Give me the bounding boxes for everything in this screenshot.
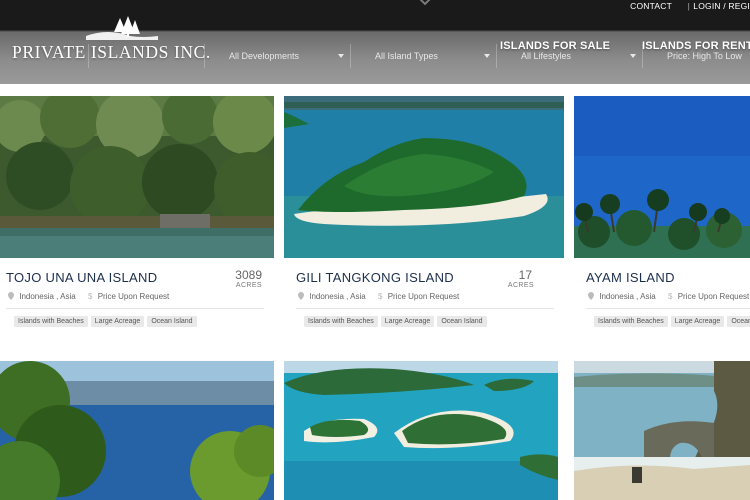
islands-for-sale-button[interactable]: ISLANDS FOR SALE (500, 40, 610, 52)
card-divider (6, 308, 264, 309)
logo-text: PRIVATE ISLANDS INC. (12, 42, 211, 62)
chevron-down-icon (338, 54, 344, 58)
listing-photo[interactable] (284, 96, 564, 258)
listing-location: Indonesia , Asia (298, 292, 366, 301)
map-pin-icon (588, 292, 594, 300)
listing-photo[interactable] (574, 361, 750, 500)
dollar-icon: $ (668, 292, 673, 301)
listing-title[interactable]: TOJO UNA UNA ISLAND (6, 270, 157, 285)
card-divider (586, 308, 750, 309)
islands-for-rent-button[interactable]: ISLANDS FOR RENT (642, 40, 750, 52)
listing-card[interactable] (284, 361, 558, 500)
map-pin-icon (298, 292, 304, 300)
tag[interactable]: Ocean Island (727, 316, 750, 327)
listing-card[interactable]: AYAM ISLAND Indonesia , Asia $ Price Upo… (574, 96, 750, 346)
chevron-down-icon (630, 54, 636, 58)
tag[interactable]: Islands with Beaches (594, 316, 668, 327)
listing-price-text: Price Upon Request (677, 292, 750, 301)
listing-price-text: Price Upon Request (97, 292, 170, 301)
island-types-filter[interactable]: All Island Types (350, 44, 496, 68)
listing-card[interactable]: TOJO UNA UNA ISLAND 3089 ACRES Indonesia… (0, 96, 274, 346)
listing-location-text: Indonesia , Asia (309, 292, 366, 301)
listing-title[interactable]: GILI TANGKONG ISLAND (296, 270, 454, 285)
listing-tags: Islands with BeachesLarge AcreageOcean I… (304, 316, 490, 327)
developments-filter[interactable]: All Developments (204, 44, 350, 68)
chevron-down-icon[interactable] (415, 0, 435, 8)
tag[interactable]: Islands with Beaches (304, 316, 378, 327)
contact-link[interactable]: CONTACT (630, 1, 672, 11)
listing-acres: 17 (518, 268, 532, 282)
dollar-icon: $ (88, 292, 93, 301)
listing-tags: Islands with BeachesLarge AcreageOcean I… (594, 316, 750, 327)
tag[interactable]: Large Acreage (90, 316, 145, 327)
listing-title[interactable]: AYAM ISLAND (586, 270, 675, 285)
listing-price: $ Price Upon Request (378, 292, 459, 301)
listing-price-text: Price Upon Request (387, 292, 460, 301)
developments-filter-value: All Developments (229, 51, 300, 61)
listing-price: $ Price Upon Request (88, 292, 169, 301)
listing-acres-label: ACRES (507, 282, 534, 289)
listing-photo[interactable] (574, 96, 750, 258)
tag[interactable]: Large Acreage (380, 316, 435, 327)
listing-price: $ Price Upon Request (668, 292, 749, 301)
listing-card[interactable] (0, 361, 274, 500)
listing-card[interactable]: GILI TANGKONG ISLAND 17 ACRES Indonesia … (284, 96, 564, 346)
listing-location-text: Indonesia , Asia (19, 292, 76, 301)
login-register-link[interactable]: LOGIN / REGI (693, 1, 750, 11)
palm-trees-icon (86, 16, 158, 40)
listing-location-text: Indonesia , Asia (599, 292, 656, 301)
listing-photo[interactable] (0, 96, 274, 258)
listing-acres: 3089 (235, 268, 262, 282)
tag[interactable]: Islands with Beaches (14, 316, 88, 327)
listing-photo[interactable] (0, 361, 274, 500)
tag[interactable]: Ocean Island (147, 316, 197, 327)
dollar-icon: $ (378, 292, 383, 301)
tag[interactable]: Ocean Island (437, 316, 487, 327)
card-divider (296, 308, 554, 309)
listing-photo[interactable] (284, 361, 558, 500)
listing-tags: Islands with BeachesLarge AcreageOcean I… (14, 316, 200, 327)
listing-card[interactable] (574, 361, 750, 500)
top-links-separator: | (687, 1, 690, 11)
listing-location: Indonesia , Asia (588, 292, 656, 301)
map-pin-icon (8, 292, 14, 300)
tag[interactable]: Large Acreage (670, 316, 725, 327)
listing-acres-label: ACRES (235, 282, 262, 289)
listing-location: Indonesia , Asia (8, 292, 76, 301)
chevron-down-icon (484, 54, 490, 58)
site-header: CONTACT | LOGIN / REGI All Developments … (0, 0, 750, 84)
island-types-filter-value: All Island Types (375, 51, 438, 61)
